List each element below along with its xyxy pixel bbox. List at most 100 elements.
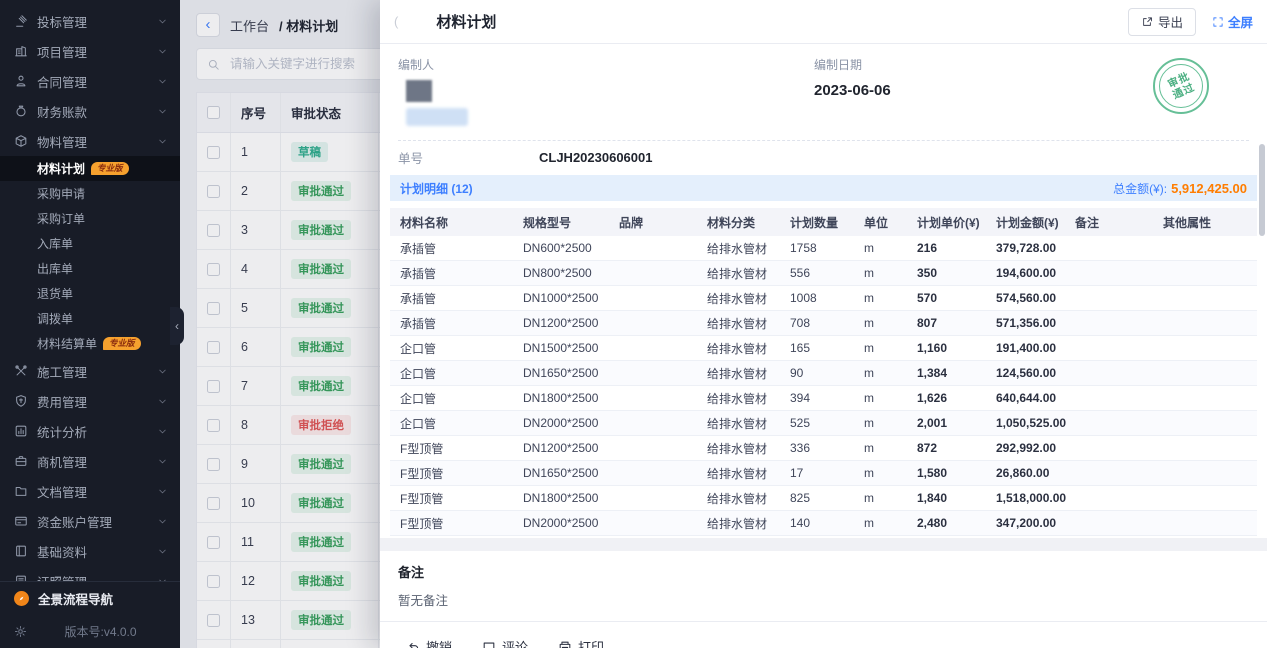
construction-icon: [14, 364, 28, 378]
sidebar-item-label: 商机管理: [37, 452, 148, 471]
detail-cell: m: [864, 491, 917, 505]
sidebar-subitem[interactable]: 采购订单: [0, 206, 180, 231]
sidebar-item-license[interactable]: 证照管理: [0, 566, 180, 582]
detail-cell: 571,356.00: [996, 316, 1075, 330]
detail-table-row[interactable]: 承插管DN600*2500给排水管材1758m216379,728.00: [390, 236, 1257, 261]
sidebar-item-panorama-nav[interactable]: 全景流程导航: [0, 582, 180, 614]
sidebar-item-finance[interactable]: 财务账款: [0, 96, 180, 126]
sidebar-item-stats[interactable]: 统计分析: [0, 416, 180, 446]
detail-cell: 给排水管材: [707, 440, 790, 457]
business-icon: [14, 454, 28, 468]
detail-cell: 给排水管材: [707, 365, 790, 382]
sidebar-item-label: 合同管理: [37, 72, 148, 91]
chevron-down-icon: [157, 366, 168, 377]
gear-icon[interactable]: [14, 625, 27, 638]
sidebar-item-contract[interactable]: 合同管理: [0, 66, 180, 96]
chevron-down-icon: [157, 16, 168, 27]
expense-icon: [14, 394, 28, 408]
sidebar-subitem[interactable]: 调拨单: [0, 306, 180, 331]
sidebar-item-base[interactable]: 基础资料: [0, 536, 180, 566]
detail-table-row[interactable]: F型顶管DN1800*2500给排水管材825m1,8401,518,000.0…: [390, 486, 1257, 511]
print-button[interactable]: 打印: [558, 637, 604, 648]
sidebar-item-funds[interactable]: 资金账户管理: [0, 506, 180, 536]
fullscreen-label: 全屏: [1228, 12, 1253, 31]
detail-col-header: 材料名称: [400, 214, 523, 231]
detail-cell: 640,644.00: [996, 391, 1075, 405]
detail-cell: 165: [790, 341, 864, 355]
chevron-down-icon: [157, 426, 168, 437]
detail-table-row[interactable]: 企口管DN1500*2500给排水管材165m1,160191,400.00: [390, 336, 1257, 361]
sidebar-subitem-label: 采购订单: [37, 210, 85, 227]
detail-col-header: 单位: [864, 214, 917, 231]
sidebar-collapse-handle[interactable]: ‹: [170, 307, 184, 345]
export-button[interactable]: 导出: [1128, 8, 1196, 36]
detail-cell: 194,600.00: [996, 266, 1075, 280]
detail-col-header: 计划金额(¥): [996, 214, 1075, 231]
sidebar-item-label: 物料管理: [37, 132, 148, 151]
detail-table-row[interactable]: 承插管DN1200*2500给排水管材708m807571,356.00: [390, 311, 1257, 336]
detail-cell: 292,992.00: [996, 441, 1075, 455]
sidebar-item-gavel[interactable]: 投标管理: [0, 6, 180, 36]
sidebar-item-business[interactable]: 商机管理: [0, 446, 180, 476]
sidebar-item-label: 费用管理: [37, 392, 148, 411]
total-amount: 5,912,425.00: [1171, 181, 1247, 196]
approval-stamp-ring: 审批通过: [1159, 64, 1203, 108]
drawer-scrollbar[interactable]: [1259, 144, 1265, 236]
sidebar-subitem[interactable]: 采购申请: [0, 181, 180, 206]
panorama-nav-label: 全景流程导航: [38, 589, 113, 608]
detail-table-row[interactable]: F型顶管DN1650*2500给排水管材17m1,58026,860.00: [390, 461, 1257, 486]
sidebar-subitem[interactable]: 入库单: [0, 231, 180, 256]
detail-cell: 825: [790, 491, 864, 505]
detail-cell: 承插管: [400, 315, 523, 332]
comment-button[interactable]: 评论: [482, 637, 528, 648]
sidebar-subitem[interactable]: 退货单: [0, 281, 180, 306]
detail-cell: 1,840: [917, 491, 996, 505]
detail-cell: DN1800*2500: [523, 491, 619, 505]
drawer-header: ( 材料计划 导出 全屏: [380, 0, 1267, 44]
export-icon: [1141, 16, 1153, 28]
fullscreen-button[interactable]: 全屏: [1212, 12, 1253, 31]
detail-table-row[interactable]: 承插管DN800*2500给排水管材556m350194,600.00: [390, 261, 1257, 286]
detail-cell: 1,160: [917, 341, 996, 355]
detail-cell: 给排水管材: [707, 415, 790, 432]
detail-cell: 872: [917, 441, 996, 455]
sidebar-subitem[interactable]: 材料结算单专业版: [0, 331, 180, 356]
detail-cell: 企口管: [400, 415, 523, 432]
sidebar-subitem-label: 材料计划: [37, 160, 85, 177]
detail-cell: 26,860.00: [996, 466, 1075, 480]
detail-cell: 347,200.00: [996, 516, 1075, 530]
chevron-down-icon: [157, 516, 168, 527]
detail-table-row[interactable]: F型顶管DN2000*2500给排水管材140m2,480347,200.00: [390, 511, 1257, 536]
detail-cell: 394: [790, 391, 864, 405]
sidebar-item-construction[interactable]: 施工管理: [0, 356, 180, 386]
sidebar-item-building[interactable]: 项目管理: [0, 36, 180, 66]
detail-cell: 给排水管材: [707, 490, 790, 507]
sidebar-subitem[interactable]: 出库单: [0, 256, 180, 281]
revoke-button[interactable]: 撤销: [406, 637, 452, 648]
detail-cell: F型顶管: [400, 440, 523, 457]
fullscreen-icon: [1212, 16, 1224, 28]
detail-table-row[interactable]: 企口管DN1800*2500给排水管材394m1,626640,644.00: [390, 386, 1257, 411]
sidebar-item-material[interactable]: 物料管理: [0, 126, 180, 156]
detail-cell: m: [864, 291, 917, 305]
approval-stamp-text: 审批通过: [1166, 70, 1197, 101]
detail-section-band: 计划明细 (12) 总金额(¥): 5,912,425.00: [390, 175, 1257, 201]
detail-table-row[interactable]: F型顶管DN1200*2500给排水管材336m872292,992.00: [390, 436, 1257, 461]
sidebar-item-docs[interactable]: 文档管理: [0, 476, 180, 506]
detail-cell: 140: [790, 516, 864, 530]
detail-cell: 给排水管材: [707, 290, 790, 307]
sidebar-subitem-label: 调拨单: [37, 310, 73, 327]
detail-table-row[interactable]: 企口管DN2000*2500给排水管材525m2,0011,050,525.00: [390, 411, 1257, 436]
drawer-title: 材料计划: [436, 11, 496, 32]
detail-cell: m: [864, 341, 917, 355]
action-label: 评论: [502, 637, 528, 648]
detail-table-row[interactable]: 承插管DN1000*2500给排水管材1008m570574,560.00: [390, 286, 1257, 311]
sidebar-item-expense[interactable]: 费用管理: [0, 386, 180, 416]
detail-table-row[interactable]: 企口管DN1650*2500给排水管材90m1,384124,560.00: [390, 361, 1257, 386]
detail-cell: 给排水管材: [707, 265, 790, 282]
sidebar-subitem[interactable]: 材料计划专业版: [0, 156, 180, 181]
docs-icon: [14, 484, 28, 498]
date-value: 2023-06-06: [814, 82, 891, 99]
compass-icon: [14, 591, 29, 606]
chevron-down-icon: [157, 396, 168, 407]
